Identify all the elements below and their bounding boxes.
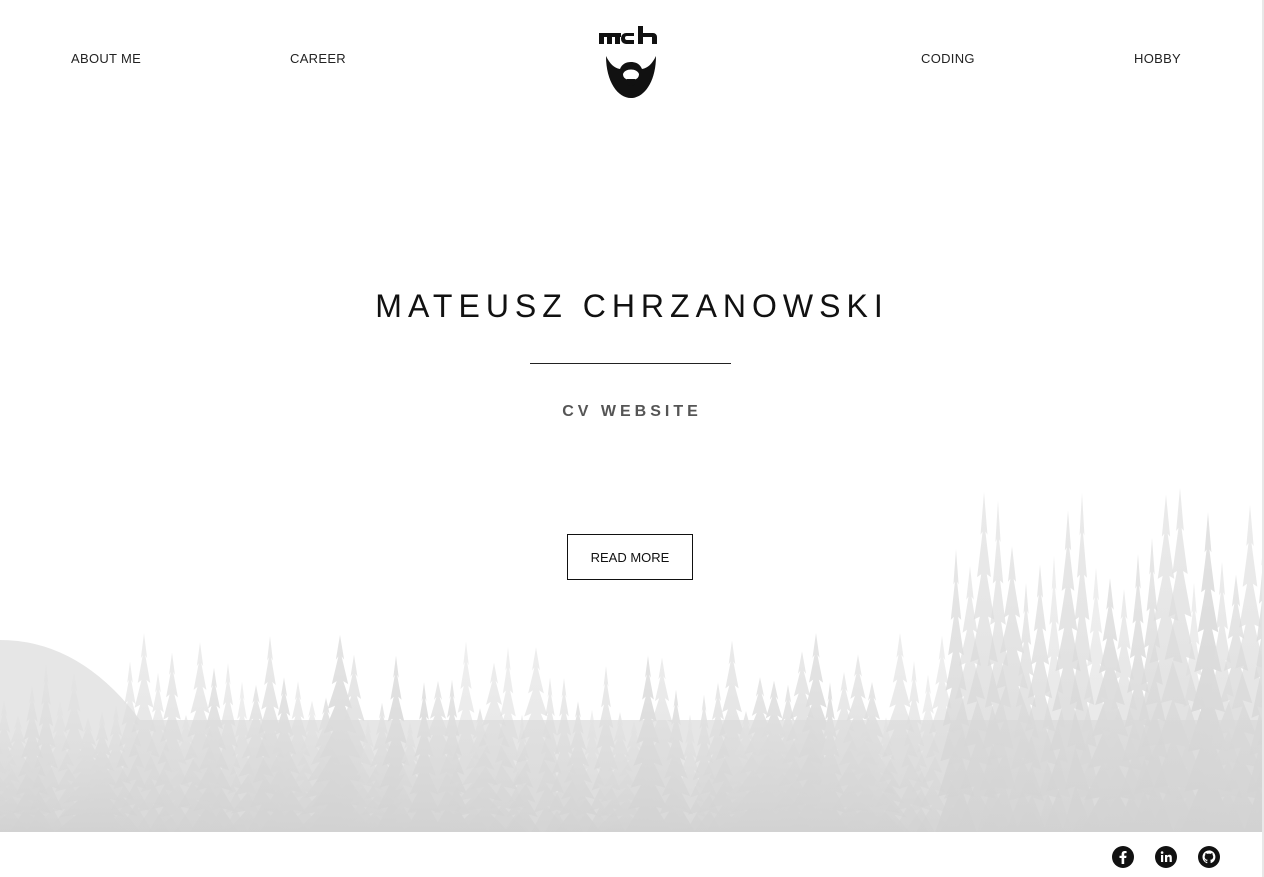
github-icon[interactable]: [1198, 846, 1220, 868]
linkedin-icon[interactable]: [1155, 846, 1177, 868]
nav-hobby[interactable]: HOBBY: [1134, 51, 1181, 66]
beard-logo-icon: [599, 26, 657, 98]
nav-career[interactable]: CAREER: [290, 51, 346, 66]
page-subtitle: CV WEBSITE: [562, 403, 702, 420]
nav-coding[interactable]: CODING: [921, 51, 975, 66]
snowy-forest-background: [0, 487, 1264, 832]
page: ABOUT ME CAREER CODING HOBBY MATEUSZ CHR…: [0, 0, 1264, 877]
page-title: MATEUSZ CHRZANOWSKI: [375, 288, 889, 324]
facebook-icon[interactable]: [1112, 846, 1134, 868]
footer: [0, 832, 1264, 877]
nav-about-me[interactable]: ABOUT ME: [71, 51, 141, 66]
site-logo[interactable]: [596, 22, 666, 102]
title-divider: [530, 363, 731, 364]
